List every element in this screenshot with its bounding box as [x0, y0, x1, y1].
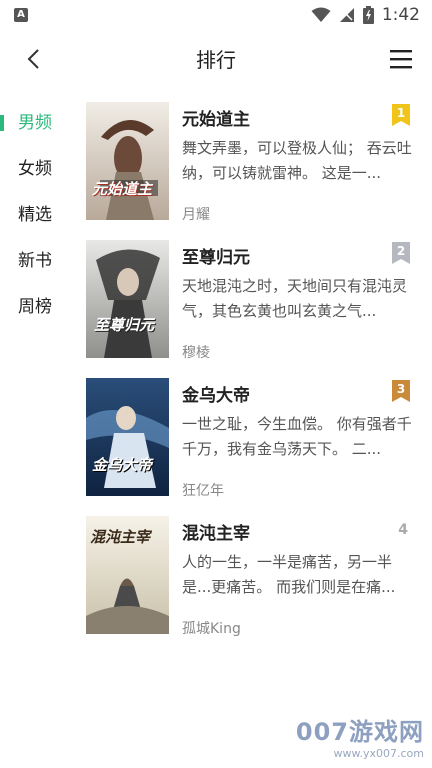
- sidebar-item-female[interactable]: 女频: [0, 146, 70, 192]
- book-author: 月耀: [182, 207, 210, 223]
- top-app-bar: 排行: [0, 36, 432, 82]
- menu-button[interactable]: [386, 44, 416, 74]
- app-notification-icon: A: [14, 8, 28, 22]
- book-cover[interactable]: 金乌大帝: [86, 378, 169, 496]
- status-bar: A 1:42: [0, 0, 432, 30]
- page-title: 排行: [196, 48, 236, 72]
- book-cover-title: 金乌大帝: [92, 456, 153, 474]
- book-author: 穆棱: [182, 345, 210, 361]
- wifi-icon: [311, 7, 331, 22]
- book-item[interactable]: 混沌主宰 混沌主宰 4 人的一生，一半是痛苦，另一半是...更痛苦。 而我们则是…: [86, 516, 416, 654]
- book-cover-title: 元始道主: [92, 180, 153, 198]
- book-author: 孤城King: [182, 621, 241, 637]
- watermark-url: www.yx007.com: [333, 747, 424, 760]
- sidebar-item-male[interactable]: 男频: [0, 100, 70, 146]
- rank-number: 4: [398, 522, 408, 538]
- book-cover-title: 混沌主宰: [90, 528, 151, 546]
- book-author: 狂亿年: [182, 483, 224, 499]
- book-description: 天地混沌之时，天地间只有混沌灵气，其色玄黄也叫玄黄之气...: [182, 277, 408, 320]
- rank-badge: 1: [392, 104, 410, 126]
- book-cover[interactable]: 混沌主宰: [86, 516, 169, 634]
- book-description: 人的一生，一半是痛苦，另一半是...更痛苦。 而我们则是在痛...: [182, 553, 396, 596]
- sidebar-item-featured[interactable]: 精选: [0, 192, 70, 238]
- sidebar-item-weekly[interactable]: 周榜: [0, 284, 70, 330]
- book-cover-title: 至尊归元: [94, 316, 155, 334]
- book-item[interactable]: 元始道主 元始道主 1 舞文弄墨，可以登极人仙； 吞云吐纳，可以铸就雷神。 这是…: [86, 102, 416, 240]
- signal-icon: [339, 8, 354, 22]
- rank-badge: 3: [392, 380, 410, 402]
- status-time: 1:42: [381, 5, 420, 25]
- sidebar-item-new[interactable]: 新书: [0, 238, 70, 284]
- category-sidebar: 男频 女频 精选 新书 周榜: [0, 100, 70, 330]
- site-watermark: 007游戏网 www.yx007.com: [296, 712, 424, 760]
- book-item[interactable]: 金乌大帝 金乌大帝 3 一世之耻，今生血偿。 你有强者千千万，我有金乌荡天下。 …: [86, 378, 416, 516]
- battery-icon: [362, 6, 374, 24]
- book-cover[interactable]: 元始道主: [86, 102, 169, 220]
- ranking-list: 元始道主 元始道主 1 舞文弄墨，可以登极人仙； 吞云吐纳，可以铸就雷神。 这是…: [86, 102, 416, 654]
- book-title[interactable]: 混沌主宰: [182, 519, 250, 544]
- watermark-main: 007游戏网: [295, 718, 424, 746]
- book-description: 舞文弄墨，可以登极人仙； 吞云吐纳，可以铸就雷神。 这是一...: [182, 139, 412, 182]
- book-cover[interactable]: 至尊归元: [86, 240, 169, 358]
- book-description: 一世之耻，今生血偿。 你有强者千千万，我有金乌荡天下。 二...: [182, 415, 412, 458]
- book-title[interactable]: 元始道主: [182, 105, 250, 130]
- book-title[interactable]: 金乌大帝: [182, 381, 250, 406]
- book-title[interactable]: 至尊归元: [182, 243, 250, 268]
- hamburger-menu-icon: [390, 50, 412, 69]
- status-indicators: 1:42: [311, 4, 420, 26]
- book-item[interactable]: 至尊归元 至尊归元 2 天地混沌之时，天地间只有混沌灵气，其色玄黄也叫玄黄之气.…: [86, 240, 416, 378]
- rank-badge: 2: [392, 242, 410, 264]
